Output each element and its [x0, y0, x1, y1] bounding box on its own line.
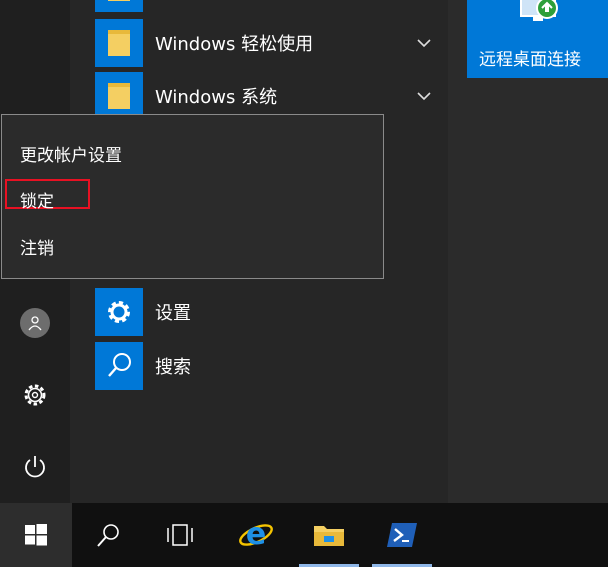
chevron-down-icon[interactable]: [414, 33, 434, 53]
file-explorer-icon: [314, 526, 344, 546]
taskbar: e: [0, 503, 608, 567]
internet-explorer-button[interactable]: e: [220, 503, 292, 567]
app-list-item-partial[interactable]: [95, 0, 143, 12]
tile-label: 远程桌面连接: [479, 50, 581, 70]
user-avatar-icon: [20, 308, 50, 338]
app-list-item-search[interactable]: 搜索: [95, 342, 191, 390]
app-list-item-windows-system[interactable]: Windows 系统: [95, 72, 277, 120]
remote-desktop-icon: [520, 0, 558, 21]
gear-icon: [95, 288, 143, 336]
taskbar-search-button[interactable]: [72, 503, 144, 567]
file-explorer-button[interactable]: [293, 503, 365, 567]
powershell-icon: [387, 523, 417, 547]
user-context-menu: 更改帐户设置 锁定 注销: [1, 114, 384, 279]
internet-explorer-icon: e: [239, 517, 273, 552]
menu-item-change-account-settings[interactable]: 更改帐户设置: [20, 141, 122, 166]
app-list-item-ease-of-access[interactable]: Windows 轻松使用: [95, 19, 313, 67]
chevron-down-icon[interactable]: [414, 86, 434, 106]
settings-gear-icon: [24, 384, 46, 406]
search-icon: [95, 342, 143, 390]
search-icon: [97, 524, 119, 547]
task-view-button[interactable]: [144, 503, 216, 567]
menu-item-lock[interactable]: 锁定: [20, 187, 54, 212]
app-list-item-settings[interactable]: 设置: [95, 288, 191, 336]
folder-icon: [95, 0, 143, 12]
user-account-button[interactable]: [0, 293, 70, 353]
tile-remote-desktop[interactable]: 远程桌面连接: [467, 0, 608, 78]
power-icon: [25, 456, 45, 478]
folder-icon: [95, 19, 143, 67]
app-list-item-label: Windows 轻松使用: [155, 34, 314, 55]
windows-start-icon: [25, 524, 47, 546]
settings-button[interactable]: [0, 365, 70, 425]
task-view-icon: [167, 524, 193, 546]
svg-text:e: e: [246, 517, 266, 552]
app-list-item-label: 搜索: [155, 357, 191, 378]
power-button[interactable]: [0, 437, 70, 497]
powershell-button[interactable]: [366, 503, 438, 567]
start-button[interactable]: [0, 503, 72, 567]
app-list-item-label: 设置: [155, 303, 191, 324]
menu-item-sign-out[interactable]: 注销: [20, 234, 54, 259]
folder-icon: [95, 72, 143, 120]
app-list-item-label: Windows 系统: [155, 87, 278, 108]
